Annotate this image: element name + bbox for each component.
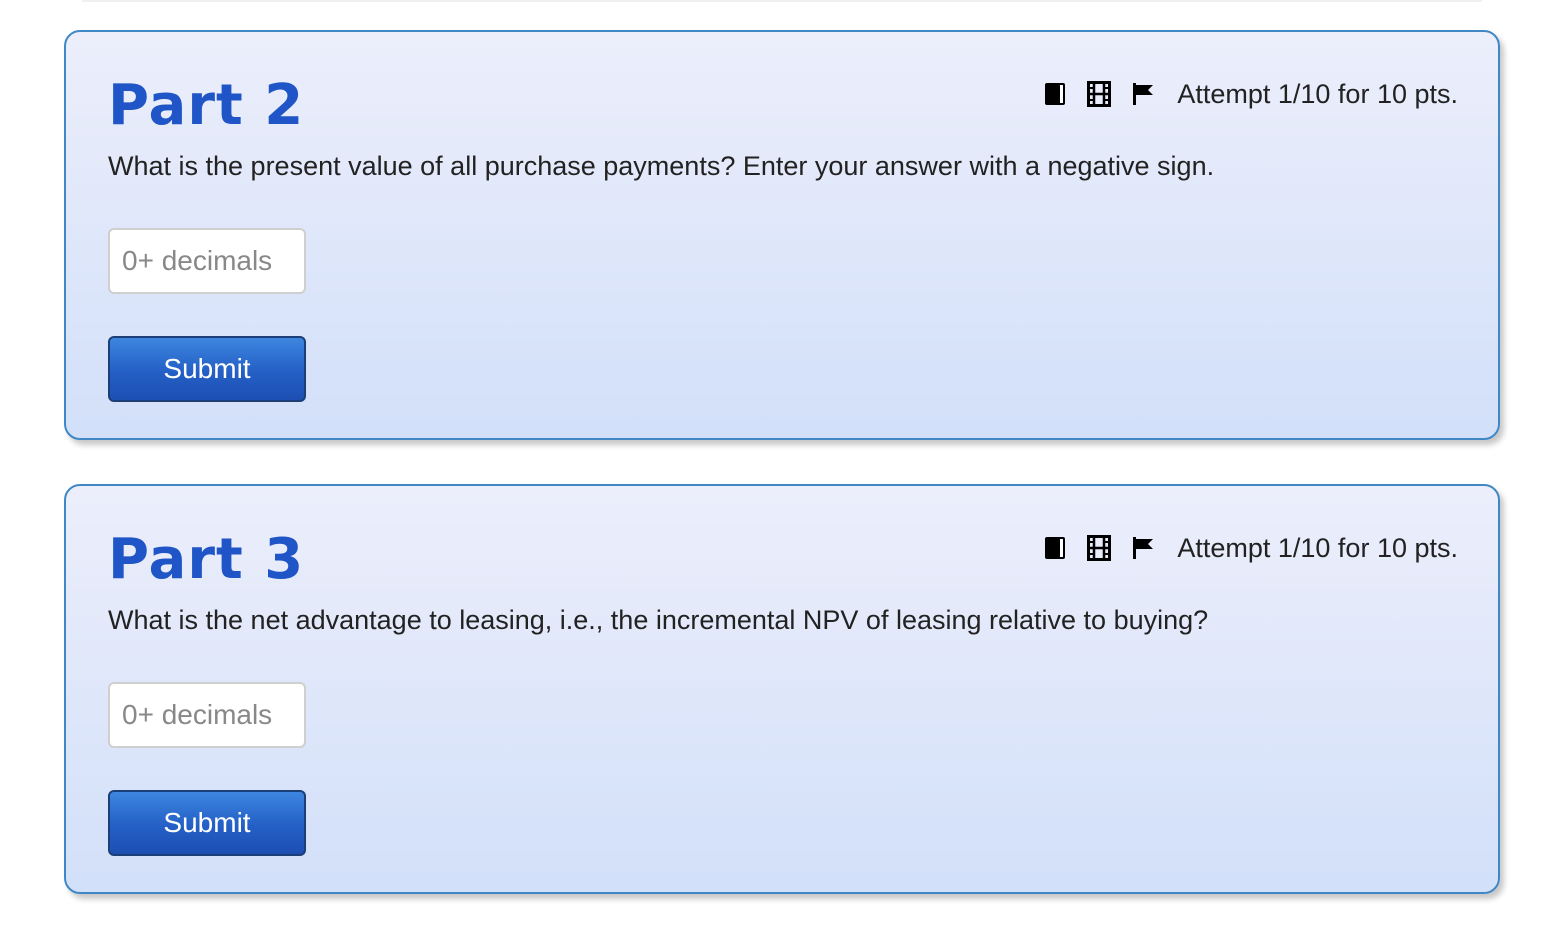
attempt-status: Attempt 1/10 for 10 pts. <box>1177 78 1458 109</box>
question-text: What is the net advantage to leasing, i.… <box>108 605 1209 635</box>
answer-input[interactable] <box>108 682 306 748</box>
book-icon[interactable] <box>1041 80 1069 108</box>
submit-button[interactable]: Submit <box>108 336 306 402</box>
film-icon[interactable] <box>1085 80 1113 108</box>
flag-icon[interactable] <box>1129 80 1157 108</box>
part-title: Part 3 <box>108 527 305 592</box>
part-title: Part 2 <box>108 73 305 138</box>
question-text: What is the present value of all purchas… <box>108 151 1215 181</box>
part-3-card: Part 3 Attempt 1/10 for 10 pts. What is … <box>64 484 1500 894</box>
answer-input[interactable] <box>108 228 306 294</box>
part-toolbar: Attempt 1/10 for 10 pts. <box>1041 528 1458 568</box>
submit-button[interactable]: Submit <box>108 790 306 856</box>
part-2-card: Part 2 Attempt 1/10 for 10 pts. What is … <box>64 30 1500 440</box>
flag-icon[interactable] <box>1129 534 1157 562</box>
book-icon[interactable] <box>1041 534 1069 562</box>
part-toolbar: Attempt 1/10 for 10 pts. <box>1041 74 1458 114</box>
attempt-status: Attempt 1/10 for 10 pts. <box>1177 532 1458 563</box>
film-icon[interactable] <box>1085 534 1113 562</box>
top-divider <box>82 0 1482 2</box>
